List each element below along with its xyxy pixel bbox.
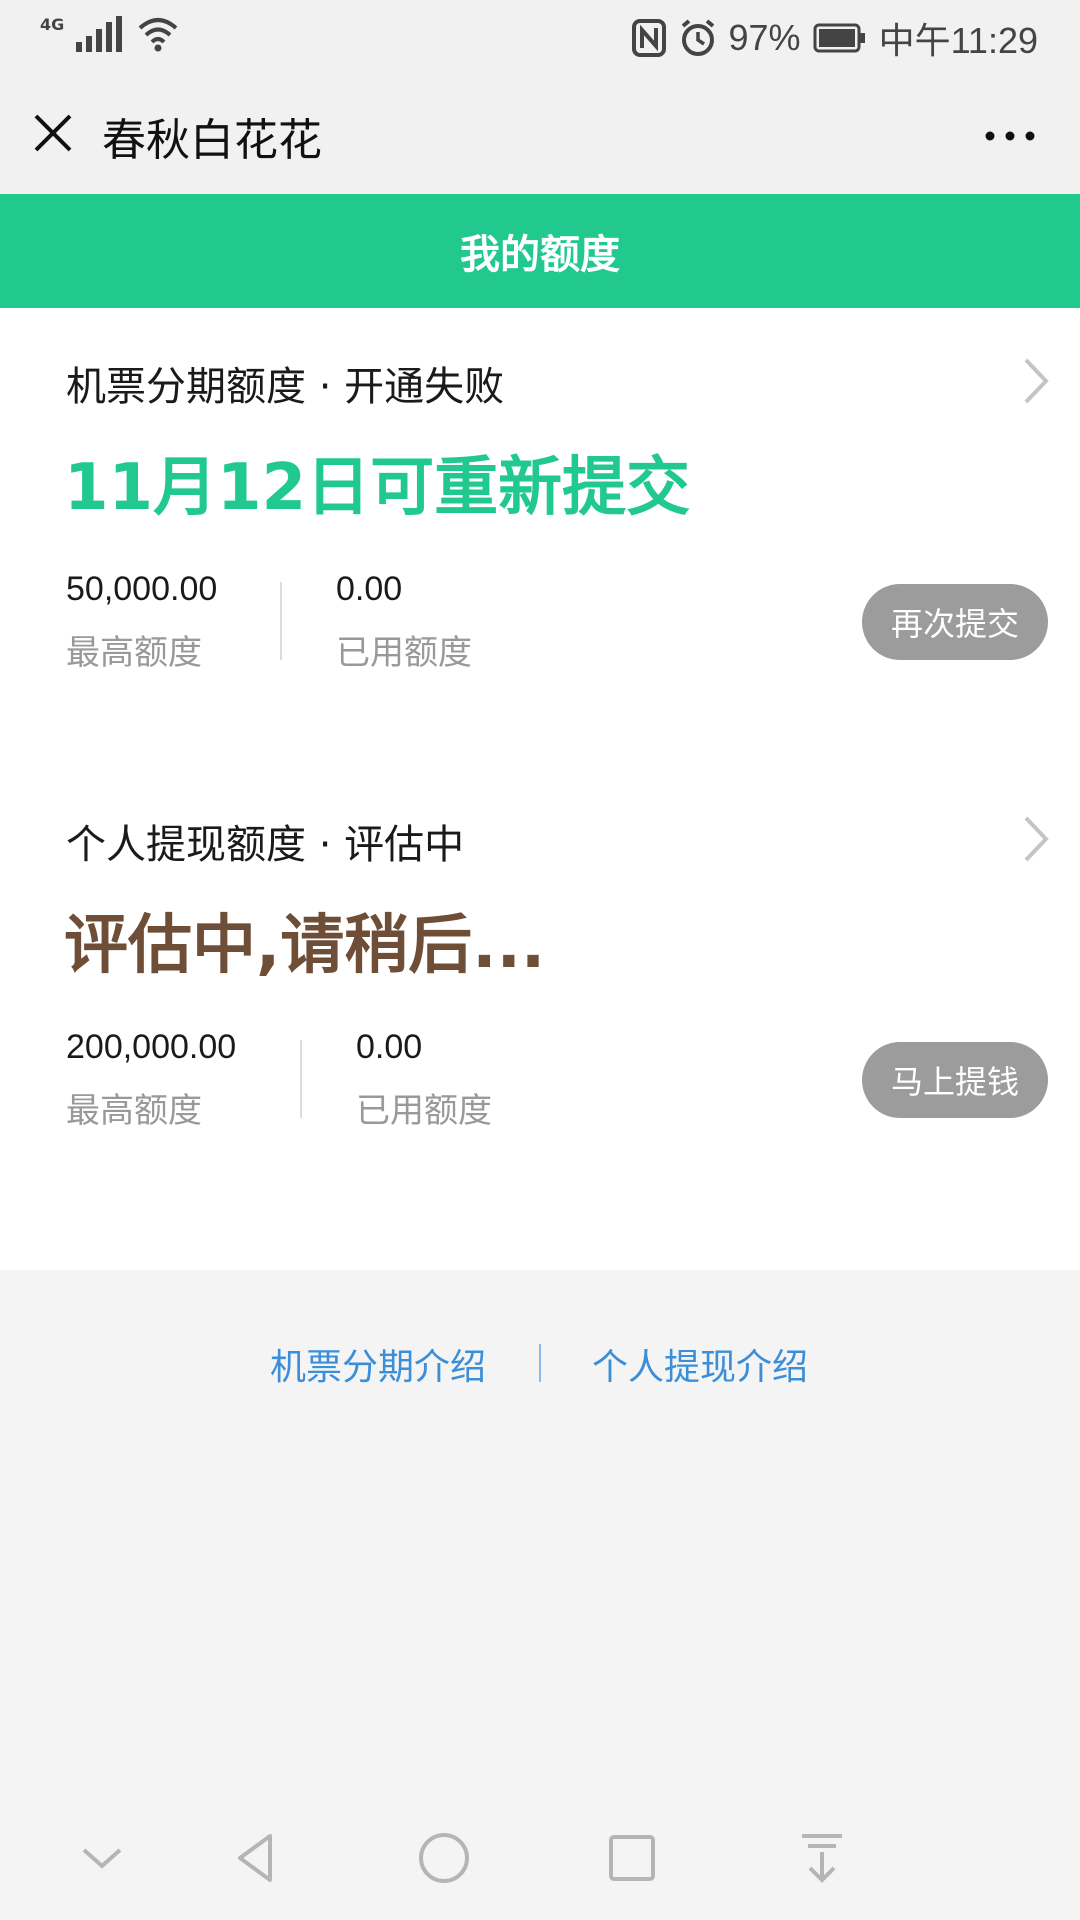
withdraw-button[interactable]: 马上提钱: [862, 1042, 1048, 1118]
used-quota-value: 0.00: [336, 570, 403, 608]
alarm-icon: [681, 19, 714, 56]
max-quota-value: 50,000.00: [66, 570, 218, 608]
max-quota-stat: 200,000.00 最高额度: [66, 1028, 236, 1132]
wifi-icon: [138, 18, 178, 52]
more-icon[interactable]: [980, 116, 1040, 156]
used-quota-value: 0.00: [356, 1028, 423, 1066]
max-quota-stat: 50,000.00 最高额度: [66, 570, 217, 674]
card-title: 机票分期额度 · 开通失败: [66, 364, 505, 410]
chevron-down-icon[interactable]: [72, 1828, 132, 1888]
card-headline: 评估中,请稍后...: [64, 909, 546, 983]
resubmit-button[interactable]: 再次提交: [862, 584, 1048, 660]
chevron-right-icon[interactable]: [1020, 814, 1050, 864]
notification-pull-down-icon[interactable]: [792, 1828, 852, 1888]
page-header: 我的额度: [0, 194, 1080, 308]
clock: 中午11:29: [878, 20, 1038, 61]
page-title: 我的额度: [460, 232, 620, 278]
battery-percent: 97%: [728, 17, 801, 58]
signal-icon: [76, 16, 123, 52]
max-quota-value: 200,000.00: [66, 1028, 237, 1066]
max-quota-label: 最高额度: [66, 633, 202, 673]
close-icon[interactable]: [28, 108, 78, 158]
title-bar: 春秋白花花: [0, 72, 1080, 194]
card-headline: 11月12日可重新提交: [64, 451, 691, 525]
stat-divider: [300, 1040, 302, 1118]
quota-card-cash[interactable]: 个人提现额度 · 评估中 评估中,请稍后... 200,000.00 最高额度 …: [0, 766, 1080, 1270]
status-right: 97% 中午11:29: [631, 12, 1038, 64]
intro-links: 机票分期介绍 个人提现介绍: [0, 1330, 1080, 1390]
used-quota-stat: 0.00 已用额度: [356, 1028, 492, 1132]
system-nav-bar: [0, 1800, 1080, 1920]
used-quota-label: 已用额度: [336, 633, 472, 673]
quota-panel: 机票分期额度 · 开通失败 11月12日可重新提交 50,000.00 最高额度…: [0, 308, 1080, 1270]
flight-installment-intro-link[interactable]: 机票分期介绍: [270, 1338, 486, 1390]
chevron-right-icon[interactable]: [1020, 356, 1050, 406]
page: 4G 97% 中午11:29 春秋白花花 我的额度 机票分期额度 · 开通失败 …: [0, 0, 1080, 1920]
card-title: 个人提现额度 · 评估中: [66, 822, 465, 868]
link-divider: [539, 1344, 541, 1382]
max-quota-label: 最高额度: [66, 1091, 202, 1131]
app-title: 春秋白花花: [102, 115, 322, 166]
nfc-icon: [631, 19, 666, 57]
recents-icon[interactable]: [602, 1828, 662, 1888]
used-quota-stat: 0.00 已用额度: [336, 570, 472, 674]
cash-withdraw-intro-link[interactable]: 个人提现介绍: [592, 1338, 808, 1390]
back-icon[interactable]: [226, 1828, 286, 1888]
network-type: 4G: [40, 14, 65, 34]
status-left: 4G: [40, 14, 180, 54]
used-quota-label: 已用额度: [356, 1091, 492, 1131]
stat-divider: [280, 582, 282, 660]
battery-icon: [813, 23, 865, 53]
home-icon[interactable]: [414, 1828, 474, 1888]
status-bar: 4G 97% 中午11:29: [0, 0, 1080, 72]
quota-card-flight[interactable]: 机票分期额度 · 开通失败 11月12日可重新提交 50,000.00 最高额度…: [0, 308, 1080, 766]
